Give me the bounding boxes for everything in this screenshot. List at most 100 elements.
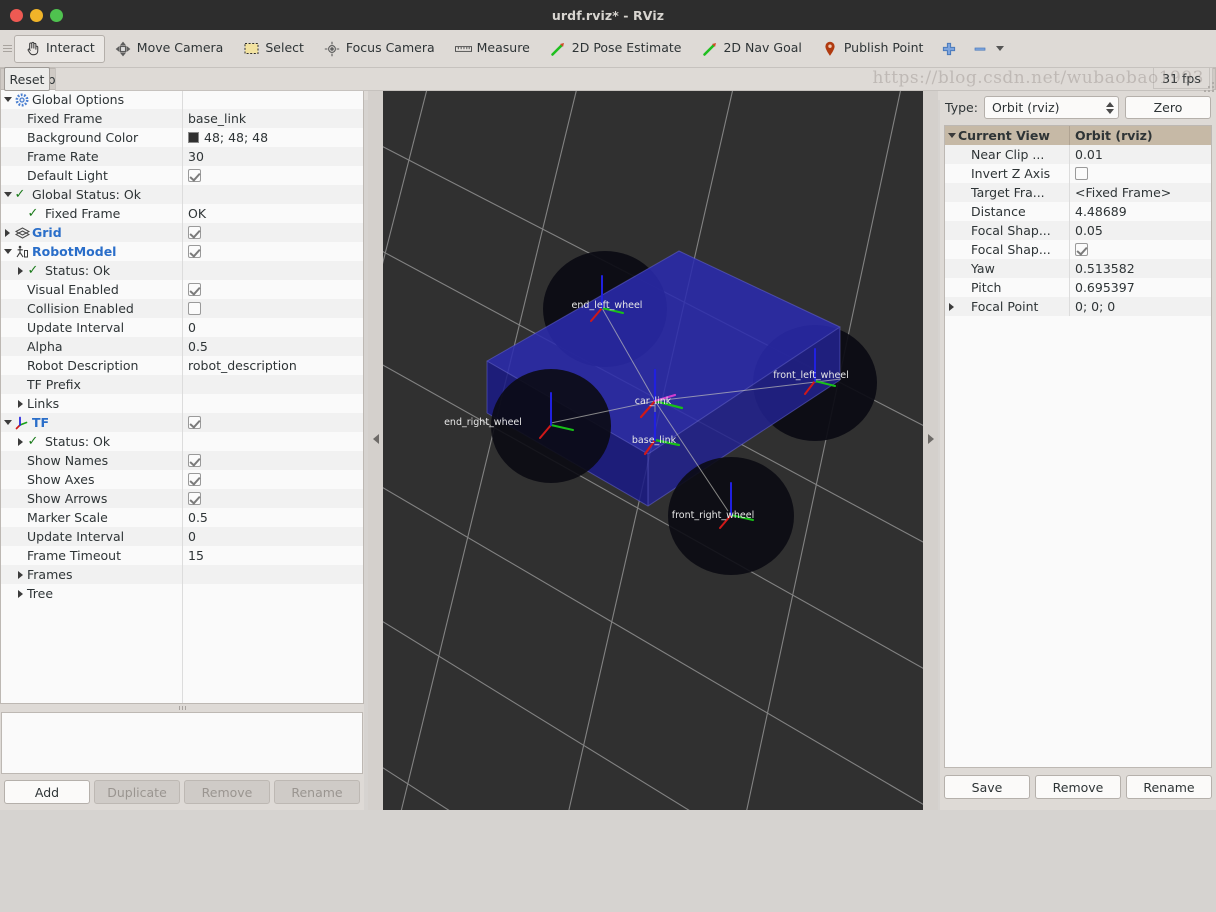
value-cell[interactable]: robot_description — [182, 356, 363, 375]
rename-display-button[interactable]: Rename — [274, 780, 360, 804]
value-cell[interactable]: 0 — [182, 318, 363, 337]
expander-down-icon[interactable] — [1, 420, 14, 425]
displays-row-name-cell[interactable]: Marker Scale — [1, 508, 182, 527]
render-viewport-3d[interactable]: end_left_wheel front_left_wheel end_righ… — [383, 68, 923, 810]
save-view-button[interactable]: Save — [944, 775, 1030, 799]
empty-value-cell[interactable] — [182, 584, 363, 603]
displays-row-name-cell[interactable]: TF — [1, 413, 182, 432]
value-cell[interactable]: 0; 0; 0 — [1069, 297, 1211, 316]
displays-row-name-cell[interactable]: Background Color — [1, 128, 182, 147]
expander-down-icon[interactable] — [1, 249, 14, 254]
checkbox[interactable] — [188, 302, 201, 315]
tool-focus-camera[interactable]: Focus Camera — [314, 35, 445, 63]
close-window-button[interactable] — [10, 8, 23, 22]
value-cell[interactable]: <Fixed Frame> — [1069, 183, 1211, 202]
empty-value-cell[interactable] — [182, 261, 363, 280]
views-row-name-cell[interactable]: Yaw — [945, 259, 1069, 278]
views-tree-row[interactable]: Distance 4.48689 — [945, 202, 1211, 221]
views-tree-row[interactable]: Invert Z Axis — [945, 164, 1211, 183]
expander-right-icon[interactable] — [14, 266, 27, 275]
expander-right-icon[interactable] — [14, 399, 27, 408]
expander-right-icon[interactable] — [14, 589, 27, 598]
views-row-name-cell[interactable]: Near Clip ... — [945, 145, 1069, 164]
checkbox[interactable] — [188, 473, 201, 486]
expander-right-icon[interactable] — [14, 437, 27, 446]
enabled-checkbox-unchecked[interactable] — [1069, 164, 1211, 183]
displays-splitter-handle[interactable] — [0, 704, 364, 712]
tool-2d-nav-goal[interactable]: 2D Nav Goal — [691, 35, 811, 63]
displays-row-name-cell[interactable]: Update Interval — [1, 527, 182, 546]
spinner-arrows-icon[interactable] — [1106, 101, 1114, 114]
enabled-checkbox-unchecked[interactable] — [182, 299, 363, 318]
views-tree-row[interactable]: Focal Point 0; 0; 0 — [945, 297, 1211, 316]
value-cell[interactable]: base_link — [182, 109, 363, 128]
displays-row-name-cell[interactable]: Tree — [1, 584, 182, 603]
checkbox[interactable] — [188, 169, 201, 182]
value-cell[interactable] — [182, 375, 363, 394]
value-cell[interactable]: 4.48689 — [1069, 202, 1211, 221]
checkbox[interactable] — [188, 416, 201, 429]
views-row-name-cell[interactable]: Target Fra... — [945, 183, 1069, 202]
displays-row-name-cell[interactable]: ✓ Global Status: Ok — [1, 185, 182, 204]
views-row-name-cell[interactable]: Distance — [945, 202, 1069, 221]
color-value-cell[interactable]: 48; 48; 48 — [182, 128, 363, 147]
displays-row-name-cell[interactable]: ✓ Status: Ok — [1, 432, 182, 451]
tool-move-camera[interactable]: Move Camera — [105, 35, 234, 63]
displays-row-name-cell[interactable]: Robot Description — [1, 356, 182, 375]
enabled-checkbox-checked[interactable] — [182, 413, 363, 432]
displays-row-name-cell[interactable]: ✓ Fixed Frame — [1, 204, 182, 223]
displays-row-name-cell[interactable]: Update Interval — [1, 318, 182, 337]
displays-row-name-cell[interactable]: Collision Enabled — [1, 299, 182, 318]
enabled-checkbox-checked[interactable] — [1069, 240, 1211, 259]
displays-row-name-cell[interactable]: Show Arrows — [1, 489, 182, 508]
duplicate-display-button[interactable]: Duplicate — [94, 780, 180, 804]
tool-measure[interactable]: Measure — [445, 35, 540, 63]
displays-row-name-cell[interactable]: RobotModel — [1, 242, 182, 261]
resize-grip-icon[interactable] — [1204, 82, 1214, 92]
displays-column-splitter[interactable] — [182, 90, 183, 703]
enabled-checkbox-checked[interactable] — [182, 242, 363, 261]
views-tree-row[interactable]: Focal Shap... 0.05 — [945, 221, 1211, 240]
empty-value-cell[interactable] — [182, 394, 363, 413]
value-cell[interactable]: 0.513582 — [1069, 259, 1211, 278]
add-tool-button[interactable] — [933, 35, 964, 63]
checkbox[interactable] — [1075, 243, 1088, 256]
empty-value-cell[interactable] — [182, 185, 363, 204]
views-row-name-cell[interactable]: Focal Shap... — [945, 221, 1069, 240]
empty-value-cell[interactable] — [182, 565, 363, 584]
enabled-checkbox-checked[interactable] — [182, 166, 363, 185]
views-tree-row[interactable]: Pitch 0.695397 — [945, 278, 1211, 297]
remove-display-button[interactable]: Remove — [184, 780, 270, 804]
value-cell[interactable]: 0 — [182, 527, 363, 546]
toolbar-overflow-button[interactable] — [964, 35, 1011, 63]
displays-row-name-cell[interactable]: Show Names — [1, 451, 182, 470]
value-cell[interactable]: 0.695397 — [1069, 278, 1211, 297]
value-cell[interactable]: 0.05 — [1069, 221, 1211, 240]
checkbox[interactable] — [1075, 167, 1088, 180]
checkbox[interactable] — [188, 245, 201, 258]
displays-row-name-cell[interactable]: Frame Timeout — [1, 546, 182, 565]
displays-tree[interactable]: Global Options Fixed Frame base_link Backgr… — [0, 90, 364, 704]
checkbox[interactable] — [188, 226, 201, 239]
views-row-name-cell[interactable]: Focal Shap... — [945, 240, 1069, 259]
value-cell[interactable]: 0.5 — [182, 508, 363, 527]
views-tree-row[interactable]: Focal Shap... — [945, 240, 1211, 259]
value-cell[interactable]: 15 — [182, 546, 363, 565]
enabled-checkbox-checked[interactable] — [182, 489, 363, 508]
expander-down-icon[interactable] — [1, 97, 14, 102]
displays-row-name-cell[interactable]: Fixed Frame — [1, 109, 182, 128]
tool-publish-point[interactable]: Publish Point — [812, 35, 934, 63]
tool-2d-pose-estimate[interactable]: 2D Pose Estimate — [540, 35, 692, 63]
reset-button[interactable]: Reset — [4, 67, 50, 91]
maximize-window-button[interactable] — [50, 8, 63, 22]
zero-view-button[interactable]: Zero — [1125, 96, 1211, 119]
rename-view-button[interactable]: Rename — [1126, 775, 1212, 799]
checkbox[interactable] — [188, 283, 201, 296]
value-cell[interactable]: 30 — [182, 147, 363, 166]
views-row-name-cell[interactable]: Focal Point — [945, 297, 1069, 316]
expander-right-icon[interactable] — [1, 228, 14, 237]
color-swatch[interactable] — [188, 132, 199, 143]
displays-row-name-cell[interactable]: Frame Rate — [1, 147, 182, 166]
views-tree[interactable]: Current View Orbit (rviz) Near Clip ... 0… — [944, 125, 1212, 768]
checkbox[interactable] — [188, 454, 201, 467]
